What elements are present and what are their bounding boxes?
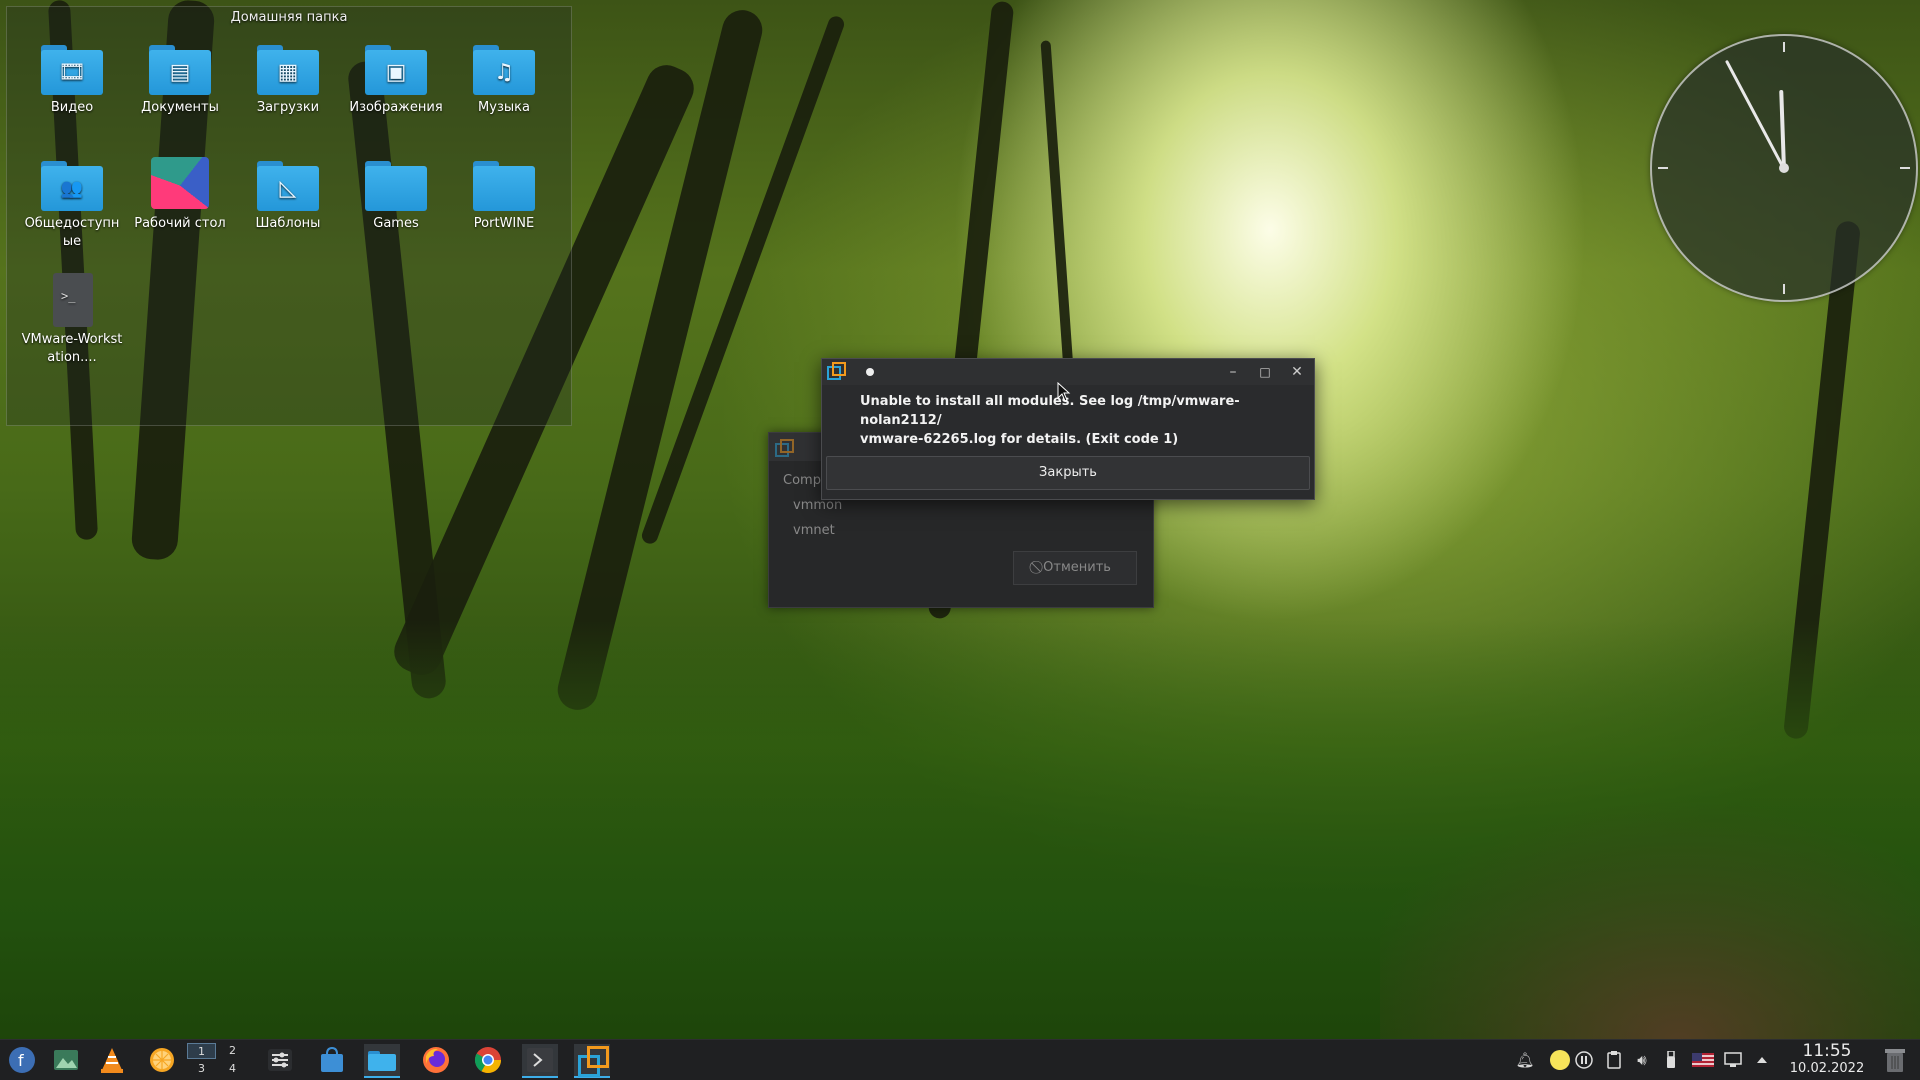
trash-icon[interactable] bbox=[1880, 1048, 1910, 1072]
file-item-vmware-bundle[interactable]: >_ VMware-Workstation.... bbox=[19, 273, 125, 367]
vmware-logo-icon bbox=[578, 1046, 609, 1077]
folder-item-documents[interactable]: ▤ Документы bbox=[127, 41, 233, 117]
folder-icon bbox=[473, 157, 535, 211]
clock-tick bbox=[1900, 167, 1910, 169]
folder-item-music[interactable]: ♫ Музыка bbox=[451, 41, 557, 117]
desktop-folder-icon bbox=[149, 157, 211, 211]
chrome-icon bbox=[474, 1047, 502, 1074]
image-viewer-icon bbox=[54, 1050, 78, 1070]
digital-clock[interactable]: 11:55 10.02.2022 bbox=[1784, 1041, 1870, 1077]
progress-header: Comp bbox=[783, 473, 821, 488]
downloads-folder-icon: ▦ bbox=[257, 41, 319, 95]
discover-launcher[interactable] bbox=[314, 1044, 350, 1076]
module-item: vmmon bbox=[793, 498, 843, 513]
folder-icon bbox=[365, 157, 427, 211]
store-bag-icon bbox=[321, 1047, 343, 1072]
templates-folder-icon: ◺ bbox=[257, 157, 319, 211]
terminal-task[interactable] bbox=[522, 1044, 558, 1078]
clock-tick bbox=[1783, 42, 1785, 52]
media-pause-icon[interactable] bbox=[1574, 1048, 1594, 1072]
firefox-icon bbox=[423, 1047, 449, 1073]
folder-item-label: Шаблоны bbox=[255, 216, 321, 231]
minimize-button[interactable]: – bbox=[1222, 361, 1244, 383]
application-launcher-button[interactable]: f bbox=[4, 1044, 40, 1076]
fedora-logo-icon: f bbox=[9, 1047, 35, 1073]
taskbar: f 1 2 3 4 🔔︎ 🔊︎ 11:55 10.02.2022 bbox=[0, 1039, 1920, 1080]
file-item-label: VMware-Workstation.... bbox=[21, 332, 123, 365]
folder-item-games[interactable]: Games bbox=[343, 157, 449, 233]
svg-text:f: f bbox=[18, 1051, 24, 1070]
folder-item-templates[interactable]: ◺ Шаблоны bbox=[235, 157, 341, 233]
documents-folder-icon: ▤ bbox=[149, 41, 211, 95]
folder-view-widget[interactable]: Домашняя папка 🎞 Видео ▤ Документы ▦ Заг… bbox=[6, 6, 572, 426]
notifications-bell-icon[interactable]: 🔔︎ bbox=[1514, 1048, 1536, 1072]
folder-item-label: Games bbox=[373, 216, 419, 231]
desktop-4[interactable]: 4 bbox=[218, 1061, 247, 1077]
clock-tick bbox=[1658, 167, 1668, 169]
clock-time: 11:55 bbox=[1802, 1041, 1852, 1061]
close-window-button[interactable]: ✕ bbox=[1286, 361, 1308, 383]
folder-view-title: Домашняя папка bbox=[230, 10, 348, 25]
settings-sliders-icon bbox=[268, 1049, 292, 1071]
error-dialog[interactable]: – □ ✕ Unable to install all modules. See… bbox=[821, 358, 1315, 500]
show-hidden-icons-arrow-icon[interactable] bbox=[1752, 1048, 1772, 1072]
night-color-icon[interactable] bbox=[1548, 1048, 1572, 1072]
folder-item-label: Документы bbox=[141, 100, 219, 115]
desktop-3[interactable]: 3 bbox=[187, 1061, 216, 1077]
clock-center bbox=[1779, 163, 1789, 173]
music-folder-icon: ♫ bbox=[473, 41, 535, 95]
folder-item-label: Рабочий стол bbox=[134, 216, 226, 231]
keyboard-layout-us-flag-icon[interactable] bbox=[1690, 1048, 1716, 1072]
folder-item-pictures[interactable]: ▣ Изображения bbox=[343, 41, 449, 117]
desktop-1[interactable]: 1 bbox=[187, 1043, 216, 1059]
vmware-logo-icon bbox=[827, 362, 846, 380]
clock-minute-hand bbox=[1724, 59, 1786, 171]
vlc-launcher[interactable] bbox=[94, 1044, 130, 1076]
folder-item-desktop[interactable]: Рабочий стол bbox=[127, 157, 233, 233]
orange-app-launcher[interactable] bbox=[144, 1044, 180, 1076]
folder-item-label: Видео bbox=[50, 100, 94, 115]
image-viewer-launcher[interactable] bbox=[48, 1044, 84, 1076]
folder-item-label: Музыка bbox=[478, 100, 530, 115]
folder-item-video[interactable]: 🎞 Видео bbox=[19, 41, 125, 117]
folder-item-portwine[interactable]: PortWINE bbox=[451, 157, 557, 233]
volume-icon[interactable]: 🔊︎ bbox=[1632, 1048, 1652, 1072]
pictures-folder-icon: ▣ bbox=[365, 41, 427, 95]
maximize-button[interactable]: □ bbox=[1254, 361, 1276, 383]
system-settings-launcher[interactable] bbox=[262, 1044, 298, 1076]
usb-device-icon[interactable] bbox=[1662, 1048, 1680, 1072]
folder-item-downloads[interactable]: ▦ Загрузки bbox=[235, 41, 341, 117]
status-dot-icon bbox=[866, 368, 874, 376]
folder-item-label: PortWINE bbox=[473, 216, 535, 231]
file-manager-icon bbox=[368, 1051, 396, 1071]
error-message: Unable to install all modules. See log /… bbox=[860, 394, 1240, 447]
clock-tick bbox=[1783, 284, 1785, 294]
analog-clock-widget[interactable] bbox=[1650, 34, 1918, 302]
vmware-logo-icon bbox=[775, 439, 794, 457]
virtual-desktop-pager[interactable]: 1 2 3 4 bbox=[187, 1043, 249, 1077]
module-item: vmnet bbox=[793, 523, 835, 538]
close-dialog-button[interactable]: Закрыть bbox=[826, 456, 1310, 490]
vlc-icon bbox=[101, 1048, 123, 1073]
script-file-icon: >_ bbox=[41, 273, 103, 327]
mouse-cursor-icon bbox=[1057, 382, 1071, 402]
orange-slice-icon bbox=[150, 1048, 174, 1072]
folder-item-label: Общедоступные bbox=[24, 216, 120, 249]
folder-item-label: Загрузки bbox=[256, 100, 320, 115]
clock-date: 10.02.2022 bbox=[1789, 1061, 1865, 1076]
folder-item-public[interactable]: 👥 Общедоступные bbox=[19, 157, 125, 251]
public-folder-icon: 👥 bbox=[41, 157, 103, 211]
cancel-button[interactable]: ⃠ Отменить bbox=[1013, 551, 1137, 585]
clipboard-icon[interactable] bbox=[1604, 1048, 1624, 1072]
vmware-task[interactable] bbox=[574, 1044, 610, 1078]
firefox-launcher[interactable] bbox=[418, 1044, 454, 1076]
dolphin-task[interactable] bbox=[364, 1044, 400, 1078]
chrome-launcher[interactable] bbox=[470, 1044, 506, 1076]
desktop-2[interactable]: 2 bbox=[218, 1043, 247, 1059]
video-folder-icon: 🎞 bbox=[41, 41, 103, 95]
folder-item-label: Изображения bbox=[349, 100, 443, 115]
network-display-icon[interactable] bbox=[1722, 1048, 1744, 1072]
terminal-icon bbox=[527, 1048, 553, 1072]
